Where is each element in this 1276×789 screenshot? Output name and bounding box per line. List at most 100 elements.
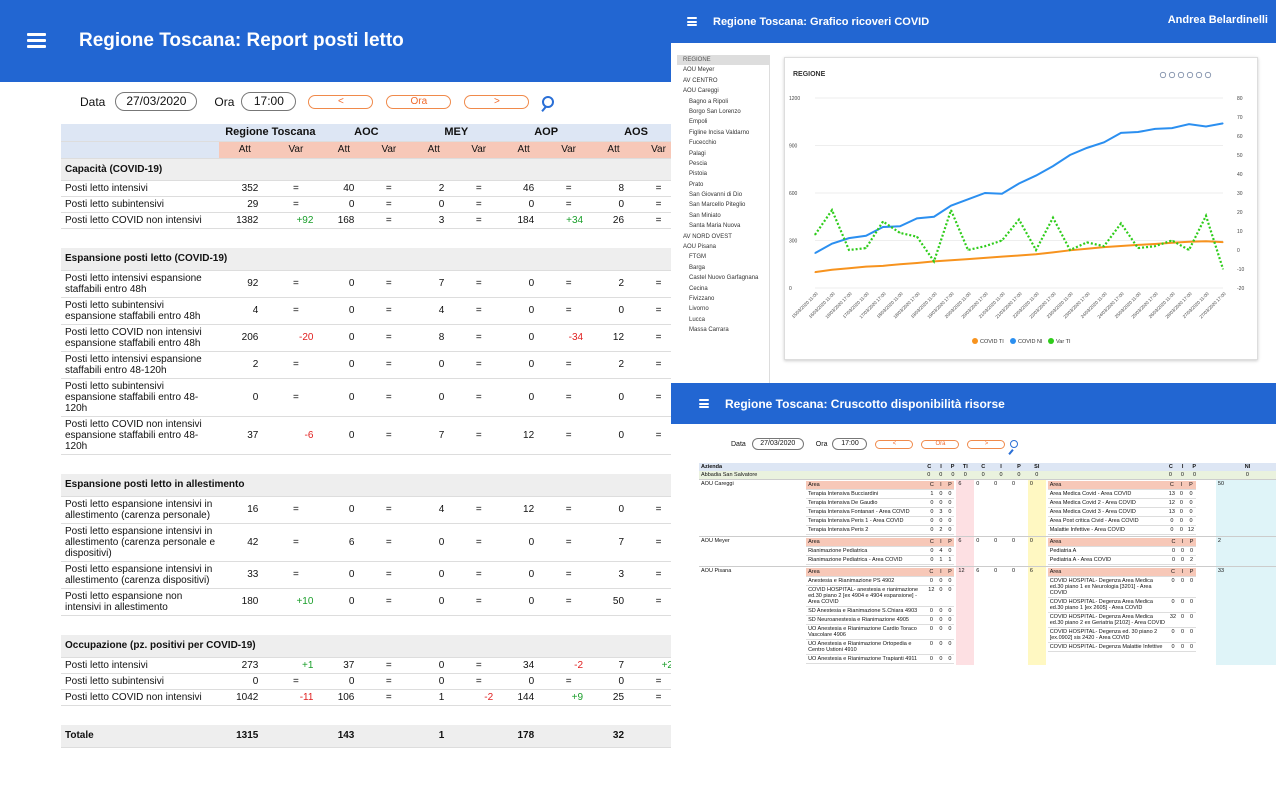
var-value: = (366, 523, 412, 562)
section-row: Espansione posti letto in allestimento (61, 474, 671, 497)
sidebar-item[interactable]: FTGM (677, 252, 769, 262)
time-input[interactable]: 17:00 (241, 92, 297, 111)
att-value: 16 (219, 496, 271, 524)
now-button[interactable]: Ora (921, 439, 960, 449)
search-icon[interactable] (1010, 440, 1019, 448)
area-value: 0 (1166, 516, 1177, 526)
sidebar-item[interactable]: Cecina (677, 284, 769, 294)
area-value: 12 (926, 585, 937, 607)
sidebar-item[interactable]: Massa Carrara (677, 325, 769, 335)
sidebar-item[interactable]: Santa Maria Nuova (677, 221, 769, 231)
menu-icon[interactable] (27, 33, 46, 49)
total-value (270, 725, 322, 748)
sidebar-item[interactable]: AV CENTRO (677, 76, 769, 86)
table-row: Posti letto COVID non intensivi espansio… (61, 416, 671, 455)
sidebar-item[interactable]: Bagno a Ripoli (677, 97, 769, 107)
sidebar-item[interactable]: Fucecchio (677, 138, 769, 148)
column-header: Regione Toscana (219, 124, 322, 142)
var-value: = (456, 196, 502, 213)
area-row: UO Anestesia e Rianimazione Ortopedia e … (806, 639, 955, 655)
sidebar-item[interactable]: AOU Careggi (677, 86, 769, 96)
var-value: = (366, 496, 412, 524)
sidebar-item[interactable]: Lucca (677, 315, 769, 325)
area-value: 0 (945, 498, 955, 508)
sidebar-item[interactable]: Figline Incisa Valdarno (677, 128, 769, 138)
var-value: +92 (270, 212, 322, 229)
table-row: Posti letto COVID non intensivi espansio… (61, 324, 671, 352)
sidebar-item[interactable]: San Miniato (677, 211, 769, 221)
empty-cell (1198, 479, 1216, 537)
area-row: Area Medica Covid 2 - Area COVID 12 0 0 (1047, 498, 1197, 508)
prev-button[interactable]: < (308, 94, 374, 109)
series-line-covid-ti (814, 240, 1224, 274)
att-value: 106 (321, 689, 367, 706)
sidebar-item[interactable]: Borgo San Lorenzo (677, 107, 769, 117)
date-controls: Data 27/03/2020 Ora 17:00 < Ora > (80, 92, 555, 111)
sidebar-item[interactable]: Livorno (677, 304, 769, 314)
azienda-group: AOU Careggi Area C I P Terapia Intensiva Bucc… (699, 479, 1276, 537)
var-value: = (270, 351, 322, 379)
data-label: Data (80, 94, 106, 109)
spacer (61, 705, 671, 725)
menu-icon[interactable] (1204, 71, 1212, 79)
var-value: = (636, 378, 671, 417)
area-value: 0 (1167, 627, 1179, 643)
now-button[interactable]: Ora (386, 94, 452, 109)
prev-button[interactable]: < (875, 439, 914, 449)
time-input[interactable]: 17:00 (832, 438, 868, 450)
menu-icon[interactable] (687, 17, 697, 26)
pan-icon[interactable] (1186, 71, 1194, 79)
sidebar-item[interactable]: Fivizzano (677, 294, 769, 304)
date-input[interactable]: 27/03/2020 (115, 92, 198, 111)
data-point (814, 252, 816, 254)
zoom-in-icon[interactable] (1159, 71, 1167, 79)
total-value: 1315 (219, 725, 271, 748)
att-value: 12 (501, 496, 547, 524)
sidebar-item[interactable]: AOU Pisana (677, 242, 769, 252)
area-value: 0 (1187, 546, 1197, 556)
area-name: Terapia Intensiva De Gaudio (806, 498, 928, 508)
user-name[interactable]: Andrea Belardinelli (1168, 14, 1268, 26)
sidebar-item[interactable]: Pescia (677, 159, 769, 169)
att-value: 0 (501, 324, 547, 352)
area-value: 0 (945, 507, 955, 517)
sidebar-item[interactable]: Prato (677, 180, 769, 190)
data-point (1188, 123, 1190, 125)
y-right-tick: -10 (1237, 267, 1244, 273)
sidebar-item[interactable]: San Giovanni di Dio (677, 190, 769, 200)
sidebar-item[interactable]: REGIONE (677, 55, 769, 66)
cip-header: I (1176, 481, 1186, 490)
area-name: SD Neuroanestesia e Rianimazione 4905 (806, 615, 927, 625)
next-button[interactable]: > (967, 439, 1006, 449)
zoom-out-icon[interactable] (1168, 71, 1176, 79)
sidebar-item[interactable]: Barga (677, 263, 769, 273)
att-value: 37 (321, 657, 367, 674)
var-value: = (366, 689, 412, 706)
var-value: = (456, 270, 502, 298)
corner-cell (61, 124, 220, 142)
next-button[interactable]: > (464, 94, 530, 109)
date-input[interactable]: 27/03/2020 (751, 438, 804, 450)
var-value: = (270, 561, 322, 589)
sidebar-item[interactable]: Empoli (677, 117, 769, 127)
search-icon[interactable] (542, 95, 555, 108)
home-icon[interactable] (1195, 71, 1203, 79)
data-point (1222, 268, 1224, 270)
area-value: 0 (927, 507, 937, 517)
att-value: 7 (411, 270, 457, 298)
att-value: 0 (321, 351, 367, 379)
menu-icon[interactable] (699, 399, 709, 408)
sidebar-item[interactable]: San Marcello Piteglio (677, 200, 769, 210)
area-value: 0 (1185, 516, 1197, 526)
att-value: 180 (219, 588, 271, 616)
sidebar-item[interactable]: AOU Meyer (677, 65, 769, 75)
spacer (61, 615, 671, 635)
sidebar-item[interactable]: AV NORD OVEST (677, 232, 769, 242)
sidebar-item[interactable]: Castel Nuovo Garfagnana (677, 273, 769, 283)
sidebar-item[interactable]: Palagi (677, 149, 769, 159)
summary-value: 0 (974, 479, 993, 537)
zoom-select-icon[interactable] (1177, 71, 1185, 79)
var-value: = (456, 588, 502, 616)
sidebar-item[interactable]: Pistoia (677, 169, 769, 179)
area-value: 1 (936, 555, 946, 565)
